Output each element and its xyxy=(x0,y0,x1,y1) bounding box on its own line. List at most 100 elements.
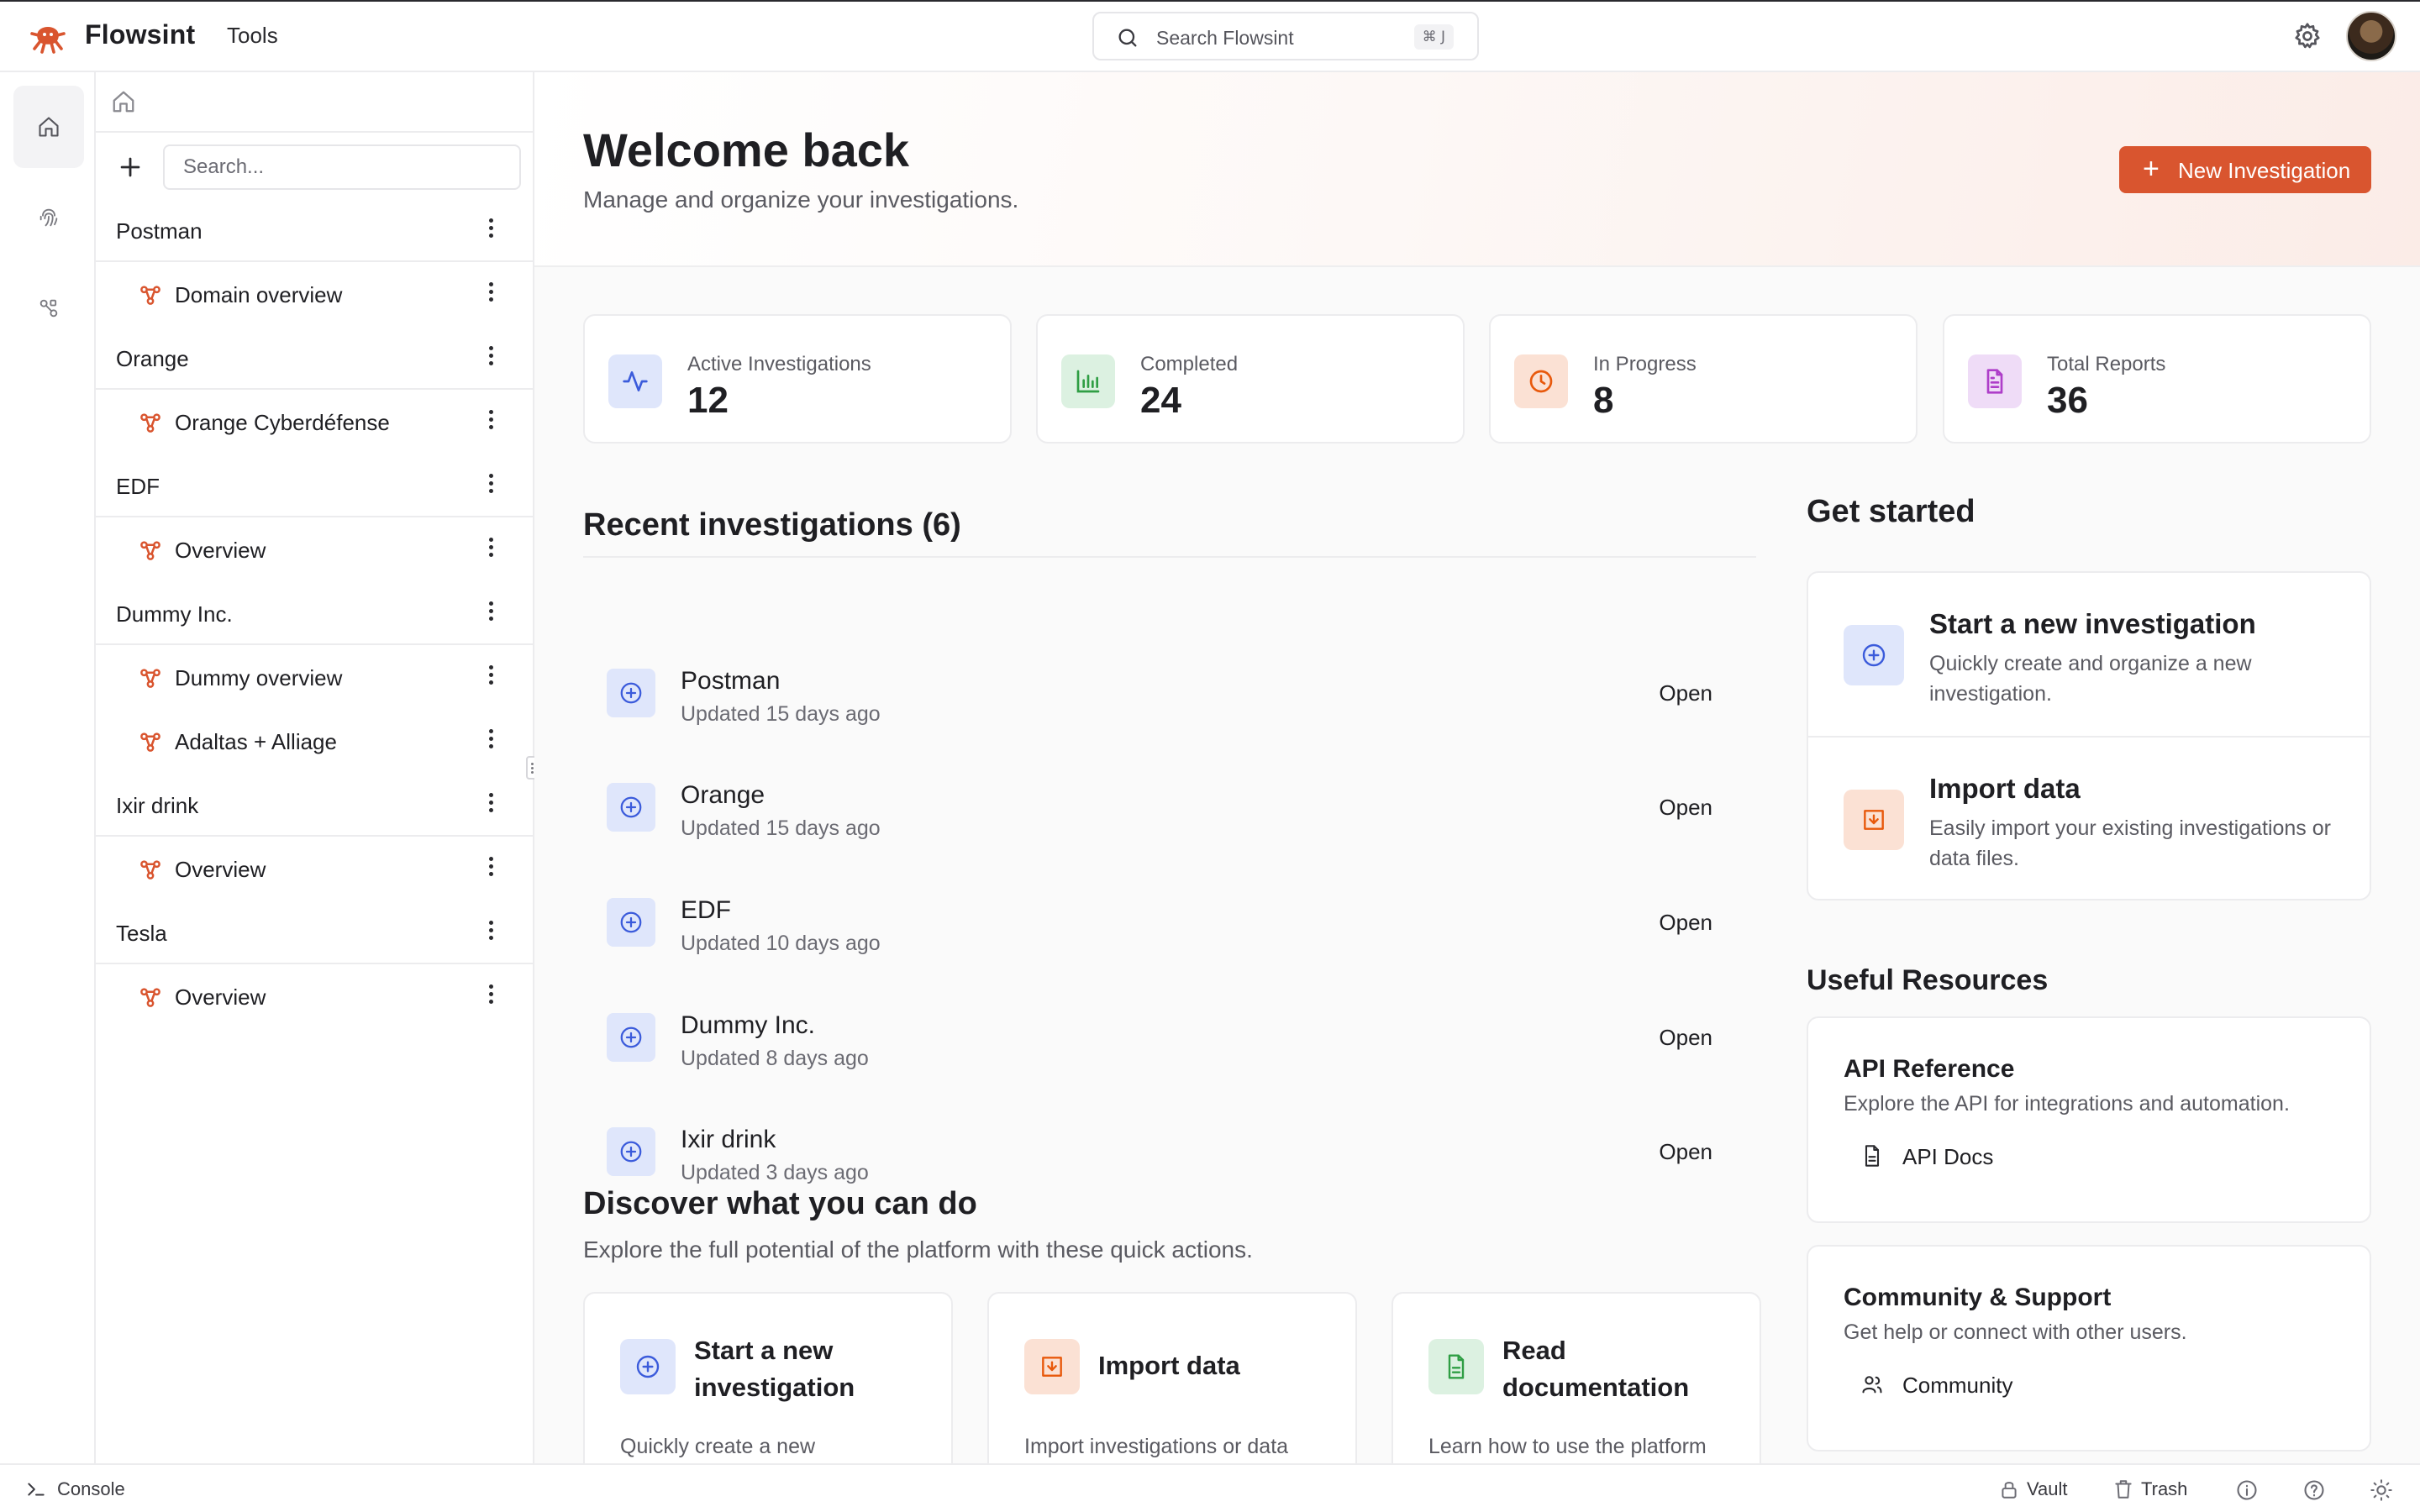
get-started-card: Start a new investigation Quickly create… xyxy=(1807,571,2371,900)
investigation-updated: Updated 10 days ago xyxy=(681,932,881,955)
sketch-graph-icon xyxy=(140,988,160,1007)
info-icon[interactable] xyxy=(2235,1478,2259,1502)
tree-group[interactable]: Orange xyxy=(96,326,533,390)
investigation-updated: Updated 15 days ago xyxy=(681,816,881,840)
help-icon[interactable] xyxy=(2302,1478,2326,1502)
tree-item[interactable]: Domain overview xyxy=(96,262,533,326)
investigation-icon-box xyxy=(607,669,655,717)
plus-circle-icon xyxy=(620,796,642,818)
stat-label: In Progress xyxy=(1593,353,1697,375)
stat-card-total-reports: Total Reports 36 xyxy=(1943,314,2371,444)
stat-value: 12 xyxy=(687,380,729,421)
trash-button[interactable]: Trash xyxy=(2141,1478,2187,1500)
open-button[interactable]: Open xyxy=(1659,680,1712,706)
investigation-row[interactable]: Dummy Inc. Updated 8 days ago Open xyxy=(583,990,1756,1089)
add-icon[interactable] xyxy=(116,153,145,181)
new-investigation-button[interactable]: + New Investigation xyxy=(2119,146,2371,193)
import-icon xyxy=(1864,810,1884,830)
shortcut-badge: ⌘ J xyxy=(1413,24,1454,50)
tree-item[interactable]: Dummy overview xyxy=(96,645,533,709)
tree-item[interactable]: Orange Cyberdéfense xyxy=(96,390,533,454)
investigation-row[interactable]: Orange Updated 15 days ago Open xyxy=(583,759,1756,858)
open-button[interactable]: Open xyxy=(1659,1139,1712,1165)
gear-icon[interactable] xyxy=(2292,21,2323,51)
open-button[interactable]: Open xyxy=(1659,1025,1712,1051)
quick-action-card[interactable]: Start a new investigation Quickly create… xyxy=(583,1292,953,1463)
tree-item-label: Adaltas + Alliage xyxy=(175,729,337,754)
tree-group-label: Dummy Inc. xyxy=(116,601,233,627)
tools-menu[interactable]: Tools xyxy=(227,23,278,49)
more-options-icon[interactable] xyxy=(486,662,496,690)
more-options-icon[interactable] xyxy=(486,470,496,499)
sidebar-search-input[interactable] xyxy=(163,144,521,190)
get-started-import-data[interactable]: Import data Easily import your existing … xyxy=(1808,738,2370,900)
more-options-icon[interactable] xyxy=(486,598,496,627)
tree-item[interactable]: Overview xyxy=(96,517,533,581)
tree-group[interactable]: Postman xyxy=(96,198,533,262)
file-text-icon xyxy=(1986,369,2003,394)
stat-icon-box xyxy=(1968,354,2022,408)
more-options-icon[interactable] xyxy=(486,407,496,435)
more-options-icon[interactable] xyxy=(486,790,496,818)
tree-item-label: Dummy overview xyxy=(175,665,343,690)
more-options-icon[interactable] xyxy=(486,981,496,1010)
open-button[interactable]: Open xyxy=(1659,795,1712,821)
sketch-graph-icon xyxy=(140,413,160,433)
user-avatar[interactable] xyxy=(2346,11,2396,61)
more-options-icon[interactable] xyxy=(486,917,496,946)
community-link[interactable]: Community xyxy=(1902,1373,2012,1399)
investigation-row[interactable]: EDF Updated 10 days ago Open xyxy=(583,874,1756,974)
investigation-row[interactable]: Postman Updated 15 days ago Open xyxy=(583,645,1756,744)
open-button[interactable]: Open xyxy=(1659,910,1712,936)
quick-action-desc: Import investigations or data xyxy=(1024,1435,1289,1458)
more-options-icon[interactable] xyxy=(486,279,496,307)
icon-rail xyxy=(0,72,96,1496)
console-button[interactable]: Console xyxy=(57,1478,125,1500)
sketch-graph-icon xyxy=(140,669,160,688)
more-options-icon[interactable] xyxy=(486,215,496,244)
app-name[interactable]: Flowsint xyxy=(85,19,195,50)
tree-item[interactable]: Overview xyxy=(96,837,533,900)
tree-item[interactable]: Adaltas + Alliage xyxy=(96,709,533,773)
stat-label: Active Investigations xyxy=(687,353,871,375)
tree-group[interactable]: EDF xyxy=(96,454,533,517)
plus-circle-icon xyxy=(636,1355,660,1378)
tree-group[interactable]: Ixir drink xyxy=(96,773,533,837)
home-breadcrumb-icon[interactable] xyxy=(111,89,136,114)
api-docs-link[interactable]: API Docs xyxy=(1902,1144,1993,1170)
investigation-updated: Updated 3 days ago xyxy=(681,1161,869,1184)
home-nav-button[interactable] xyxy=(13,86,84,168)
main-content: Welcome back Manage and organize your in… xyxy=(534,72,2420,1463)
top-bar: Flowsint Tools Search Flowsint ⌘ J xyxy=(0,0,2420,72)
vault-button[interactable]: Vault xyxy=(2027,1478,2068,1500)
graph-nav-button[interactable] xyxy=(13,267,84,349)
plus-circle-icon xyxy=(1862,643,1886,667)
tree-group[interactable]: Dummy Inc. xyxy=(96,581,533,645)
tree-item[interactable]: Overview xyxy=(96,964,533,1028)
more-options-icon[interactable] xyxy=(486,534,496,563)
document-icon xyxy=(1865,1145,1880,1167)
sun-icon[interactable] xyxy=(2370,1478,2393,1502)
more-options-icon[interactable] xyxy=(486,726,496,754)
global-search[interactable]: Search Flowsint ⌘ J xyxy=(1092,12,1479,60)
tree-group-label: EDF xyxy=(116,474,160,499)
tree-group[interactable]: Tesla xyxy=(96,900,533,964)
investigation-name: Orange xyxy=(681,781,765,809)
fingerprint-nav-button[interactable] xyxy=(13,176,84,259)
quick-action-desc: Quickly create a new xyxy=(620,1435,816,1458)
import-icon xyxy=(1042,1357,1062,1377)
investigation-updated: Updated 15 days ago xyxy=(681,702,881,726)
tree-group-label: Postman xyxy=(116,218,203,244)
more-options-icon[interactable] xyxy=(486,343,496,371)
more-options-icon[interactable] xyxy=(486,853,496,882)
get-started-new-investigation[interactable]: Start a new investigation Quickly create… xyxy=(1808,573,2370,736)
section-divider xyxy=(583,556,1756,558)
flowsint-logo-icon[interactable] xyxy=(27,15,69,57)
sketch-graph-icon xyxy=(140,541,160,560)
stat-card-active: Active Investigations 12 xyxy=(583,314,1012,444)
get-started-item-title: Start a new investigation xyxy=(1929,608,2256,639)
bar-chart-icon xyxy=(1076,370,1100,393)
quick-action-card[interactable]: Read documentation Learn how to use the … xyxy=(1392,1292,1761,1463)
get-started-icon-box xyxy=(1844,625,1904,685)
quick-action-card[interactable]: Import data Import investigations or dat… xyxy=(987,1292,1357,1463)
